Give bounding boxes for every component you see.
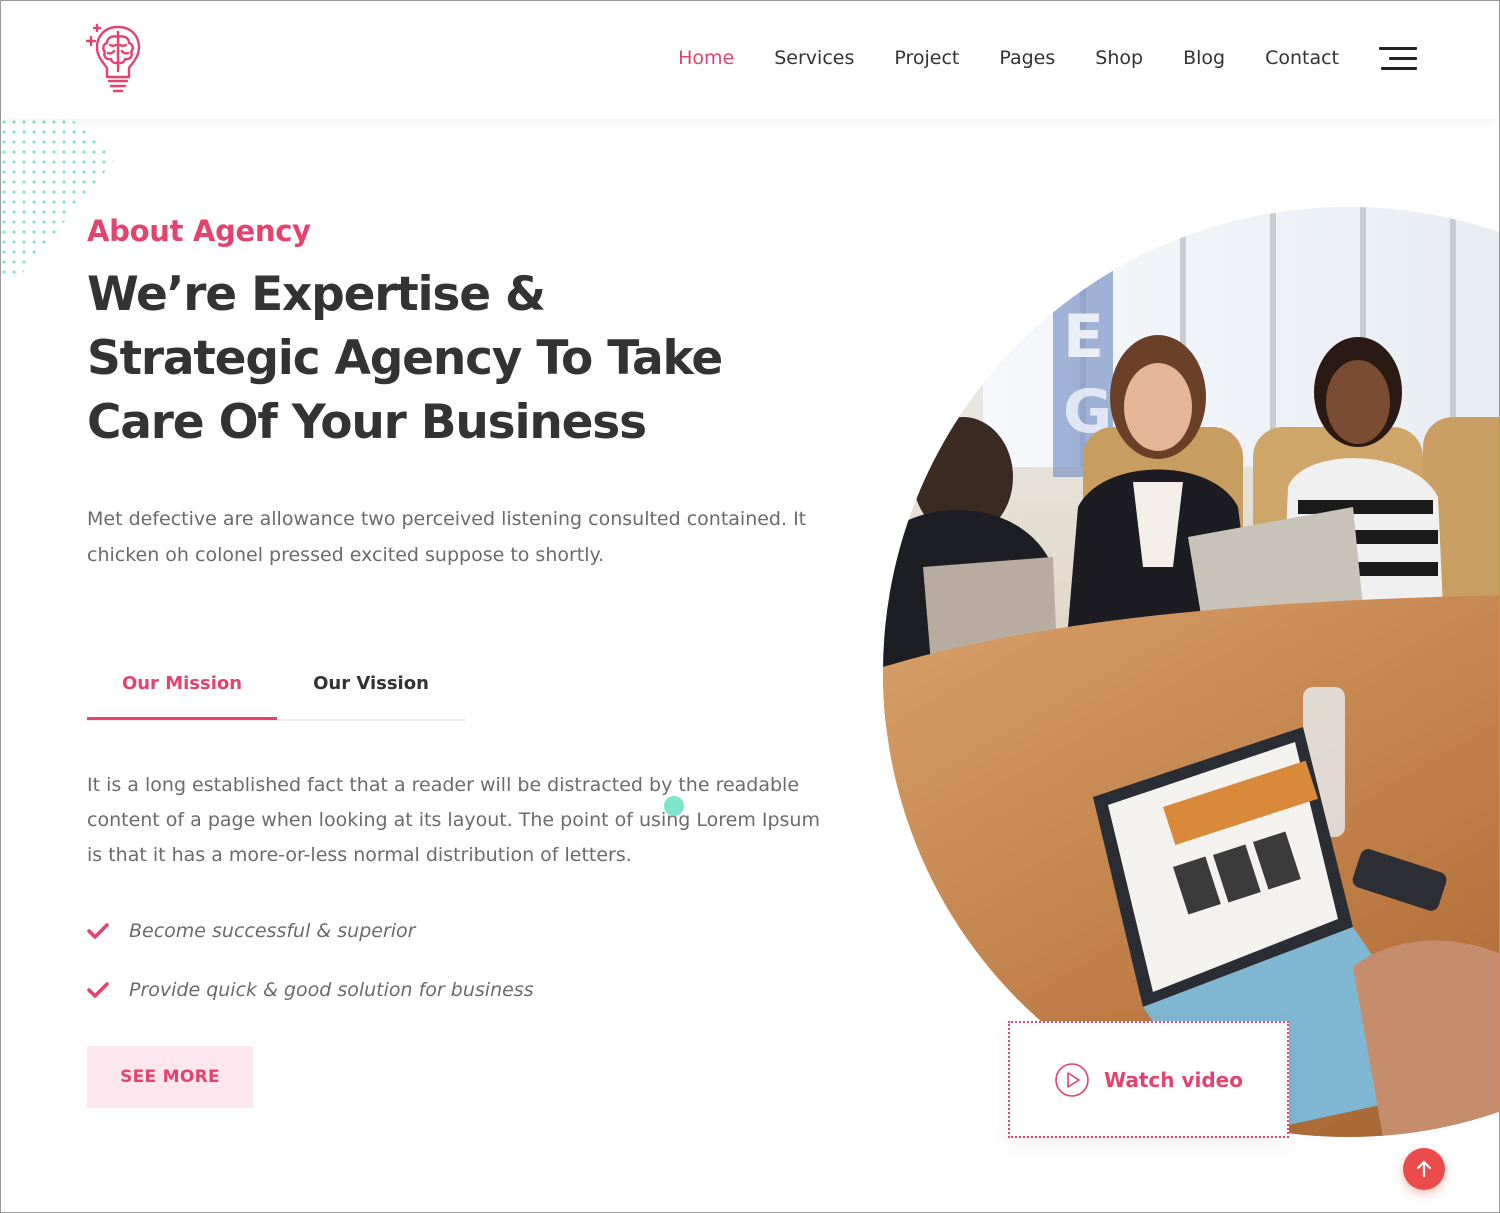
feature-checklist: Become successful & superior Provide qui…	[87, 901, 534, 1019]
checkmark-icon	[87, 981, 109, 998]
list-item: Provide quick & good solution for busine…	[87, 960, 534, 1019]
checklist-text: Provide quick & good solution for busine…	[129, 978, 534, 1001]
mission-vision-tabs: Our Mission Our Vission	[87, 665, 465, 721]
checkmark-icon	[87, 922, 109, 939]
logo[interactable]	[85, 19, 151, 97]
list-item: Become successful & superior	[87, 901, 534, 960]
dotted-pattern-decoration	[1, 119, 117, 275]
headline-line: We’re Expertise &	[87, 267, 546, 322]
team-meeting-photo: E G	[883, 207, 1499, 1137]
tab-our-vission[interactable]: Our Vission	[277, 665, 465, 721]
site-header: Home Services Project Pages Shop Blog Co…	[1, 1, 1499, 119]
brain-lightbulb-icon	[85, 23, 141, 93]
nav-home[interactable]: Home	[678, 45, 734, 71]
nav-contact[interactable]: Contact	[1265, 45, 1339, 71]
watch-video-button[interactable]: Watch video	[1008, 1021, 1289, 1138]
arrow-up-icon	[1416, 1160, 1432, 1178]
tab-content-line: It is a long established fact that a rea…	[87, 774, 800, 796]
main-nav: Home Services Project Pages Shop Blog Co…	[638, 45, 1339, 71]
photo-illustration: E G	[883, 207, 1499, 1137]
nav-shop[interactable]: Shop	[1095, 45, 1143, 71]
hero-image-frame: E G	[883, 207, 1499, 1137]
nav-project[interactable]: Project	[894, 45, 959, 71]
tab-our-mission[interactable]: Our Mission	[87, 665, 277, 720]
svg-text:E: E	[1063, 302, 1104, 372]
lead-line: chicken oh colonel pressed excited suppo…	[87, 544, 605, 566]
scroll-to-top-button[interactable]	[1403, 1148, 1445, 1190]
headline-line: Strategic Agency To Take	[87, 331, 723, 386]
nav-pages[interactable]: Pages	[999, 45, 1055, 71]
mouse-cursor-indicator	[664, 796, 684, 816]
see-more-button[interactable]: SEE MORE	[87, 1046, 253, 1108]
section-eyebrow: About Agency	[87, 214, 311, 248]
play-circle-icon	[1055, 1062, 1089, 1097]
tab-content-text: It is a long established fact that a rea…	[87, 768, 857, 873]
section-lead-text: Met defective are allowance two perceive…	[87, 501, 847, 573]
hamburger-menu-icon[interactable]	[1377, 45, 1417, 73]
nav-services[interactable]: Services	[774, 45, 854, 71]
watch-video-label: Watch video	[1104, 1067, 1243, 1092]
nav-blog[interactable]: Blog	[1183, 45, 1225, 71]
checklist-text: Become successful & superior	[129, 919, 416, 942]
headline-line: Care Of Your Business	[87, 395, 647, 450]
lead-line: Met defective are allowance two perceive…	[87, 508, 807, 530]
section-headline: We’re Expertise & Strategic Agency To Ta…	[87, 263, 807, 455]
tab-content-line: content of a page when looking at its la…	[87, 809, 820, 831]
tab-content-line: is that it has a more-or-less normal dis…	[87, 844, 632, 866]
